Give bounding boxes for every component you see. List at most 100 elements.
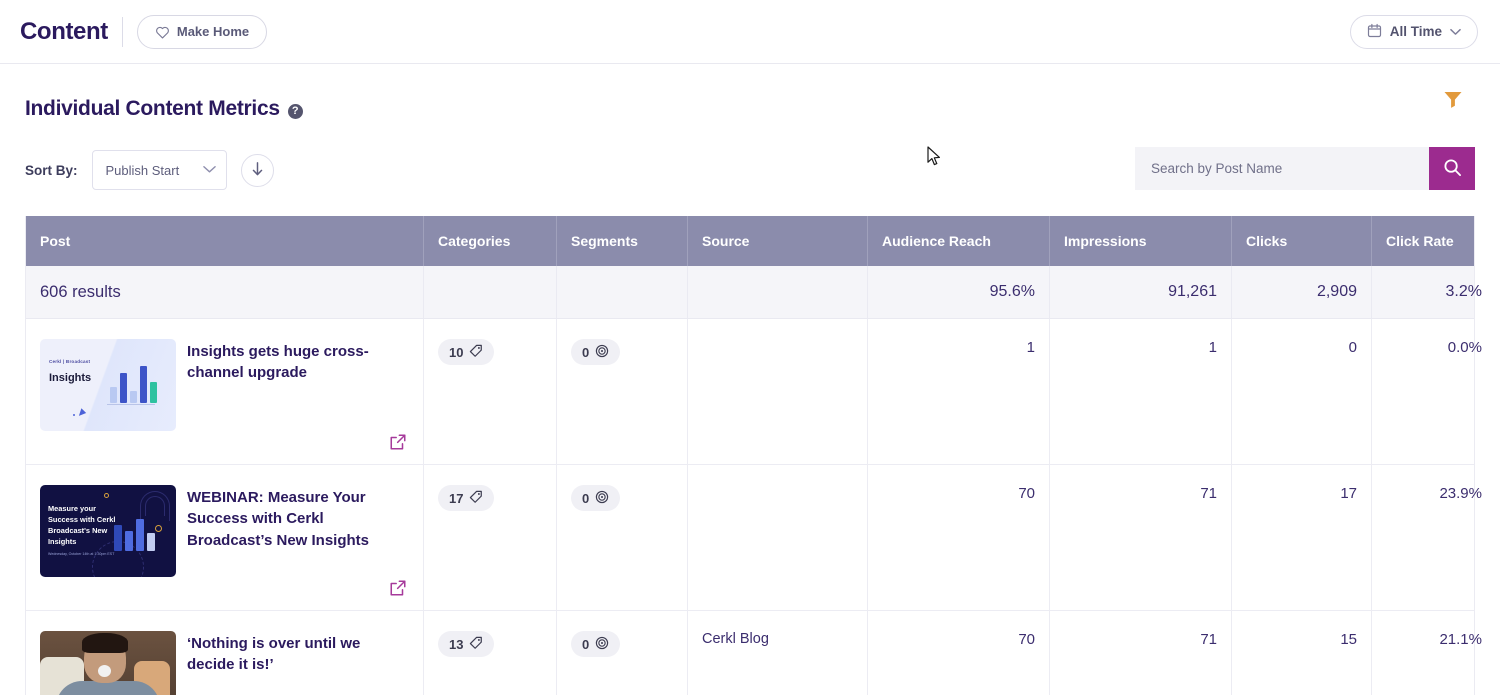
target-icon [595, 490, 609, 507]
date-range-label: All Time [1390, 24, 1442, 39]
categories-cell: 10 [424, 319, 557, 464]
page-title: Content [20, 18, 122, 46]
table-row[interactable]: Cerkl | Broadcast Insights Insights gets… [26, 319, 1474, 465]
chevron-down-icon [203, 161, 216, 179]
column-header-clicks[interactable]: Clicks [1232, 216, 1372, 266]
clicks-cell: 15 [1232, 611, 1372, 695]
make-home-label: Make Home [177, 24, 249, 39]
thumbnail-caption: Measure your Success with Cerkl Broadcas… [48, 503, 124, 547]
chevron-down-icon [1450, 24, 1461, 39]
search-button[interactable] [1429, 147, 1475, 190]
brand-group: Content Make Home [20, 15, 267, 49]
segments-badge[interactable]: 0 [571, 339, 620, 365]
audience-reach-cell: 70 [868, 611, 1050, 695]
search-icon [1443, 158, 1462, 180]
summary-audience-reach: 95.6% [868, 266, 1050, 318]
categories-count: 17 [449, 491, 463, 506]
source-cell [688, 465, 868, 610]
external-link-icon[interactable] [389, 579, 407, 602]
summary-segments [557, 266, 688, 318]
sort-direction-button[interactable] [241, 154, 274, 187]
column-header-categories[interactable]: Categories [424, 216, 557, 266]
post-title[interactable]: Insights gets huge cross-channel upgrade [187, 339, 409, 384]
segments-cell: 0 [557, 465, 688, 610]
thumbnail-bars [114, 519, 155, 551]
segments-cell: 0 [557, 319, 688, 464]
question-mark-icon[interactable]: ? [288, 104, 303, 119]
search-input[interactable] [1135, 147, 1429, 190]
segments-count: 0 [582, 637, 589, 652]
thumbnail-brand: Cerkl | Broadcast [49, 359, 90, 364]
table-row[interactable]: ‘Nothing is over until we decide it is!’… [26, 611, 1474, 695]
click-rate-cell: 21.1% [1372, 611, 1496, 695]
summary-clicks: 2,909 [1232, 266, 1372, 318]
search-group [1135, 147, 1475, 190]
tag-icon [469, 344, 483, 361]
thumbnail-dot-gold [104, 493, 109, 498]
section-title: Individual Content Metrics [25, 97, 280, 121]
summary-categories [424, 266, 557, 318]
post-title[interactable]: ‘Nothing is over until we decide it is!’ [187, 631, 409, 676]
click-rate-cell: 23.9% [1372, 465, 1496, 610]
target-icon [595, 636, 609, 653]
clicks-cell: 17 [1232, 465, 1372, 610]
thumbnail-person-body [56, 681, 160, 695]
thumbnail-person-hair [82, 633, 128, 653]
categories-badge[interactable]: 13 [438, 631, 494, 657]
column-header-post[interactable]: Post [26, 216, 424, 266]
column-header-impressions[interactable]: Impressions [1050, 216, 1232, 266]
sort-by-select[interactable]: Publish Start [92, 150, 227, 190]
column-header-segments[interactable]: Segments [557, 216, 688, 266]
divider [122, 17, 123, 47]
summary-results-count: 606 results [26, 266, 424, 318]
thumbnail-subcaption: Wednesday, October 14th at 1:30pm EST [48, 551, 114, 557]
sort-by-value: Publish Start [106, 163, 180, 178]
filter-funnel-icon[interactable] [1443, 90, 1463, 114]
summary-row: 606 results 95.6% 91,261 2,909 3.2% [26, 266, 1474, 319]
thumbnail-axis [107, 404, 155, 405]
post-thumbnail[interactable]: Measure your Success with Cerkl Broadcas… [40, 485, 176, 577]
summary-impressions: 91,261 [1050, 266, 1232, 318]
source-cell [688, 319, 868, 464]
content-metrics-table: Post Categories Segments Source Audience… [25, 216, 1475, 695]
thumbnail-dot [73, 414, 75, 416]
impressions-cell: 71 [1050, 611, 1232, 695]
external-link-icon[interactable] [389, 433, 407, 456]
segments-badge[interactable]: 0 [571, 485, 620, 511]
post-title[interactable]: WEBINAR: Measure Your Success with Cerkl… [187, 485, 409, 551]
thumbnail-ring-inner [145, 496, 165, 516]
categories-badge[interactable]: 10 [438, 339, 494, 365]
arrow-down-icon [251, 162, 264, 179]
sort-by-label: Sort By: [25, 163, 78, 178]
tag-icon [469, 490, 483, 507]
results-label: 606 results [40, 283, 121, 302]
post-thumbnail[interactable] [40, 631, 176, 695]
column-header-source[interactable]: Source [688, 216, 868, 266]
column-header-click-rate[interactable]: Click Rate [1372, 216, 1496, 266]
categories-cell: 13 [424, 611, 557, 695]
table-row[interactable]: Measure your Success with Cerkl Broadcas… [26, 465, 1474, 611]
clicks-cell: 0 [1232, 319, 1372, 464]
click-rate-cell: 0.0% [1372, 319, 1496, 464]
source-cell: Cerkl Blog [688, 611, 868, 695]
table-header-row: Post Categories Segments Source Audience… [26, 216, 1474, 266]
segments-count: 0 [582, 345, 589, 360]
summary-click-rate: 3.2% [1372, 266, 1496, 318]
post-thumbnail[interactable]: Cerkl | Broadcast Insights [40, 339, 176, 431]
impressions-cell: 71 [1050, 465, 1232, 610]
column-header-audience-reach[interactable]: Audience Reach [868, 216, 1050, 266]
audience-reach-cell: 70 [868, 465, 1050, 610]
top-bar: Content Make Home All Time [0, 0, 1500, 64]
summary-source [688, 266, 868, 318]
segments-count: 0 [582, 491, 589, 506]
date-range-button[interactable]: All Time [1350, 15, 1478, 49]
categories-cell: 17 [424, 465, 557, 610]
controls-row: Sort By: Publish Start [25, 149, 1475, 191]
categories-count: 10 [449, 345, 463, 360]
section-header: Individual Content Metrics ? [25, 64, 1475, 121]
thumbnail-person-mouth [98, 665, 111, 677]
make-home-button[interactable]: Make Home [137, 15, 267, 49]
segments-badge[interactable]: 0 [571, 631, 620, 657]
categories-badge[interactable]: 17 [438, 485, 494, 511]
thumbnail-bars [110, 366, 157, 403]
